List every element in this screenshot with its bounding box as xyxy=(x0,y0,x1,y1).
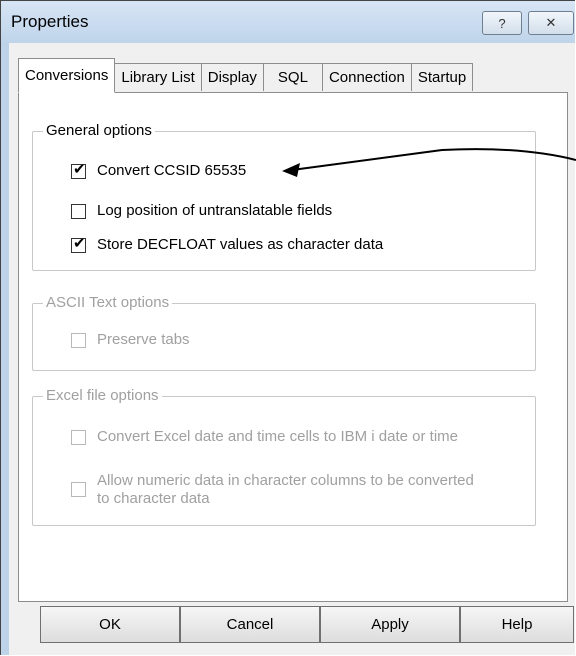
checkbox-box[interactable] xyxy=(71,430,86,445)
checkbox-label: Preserve tabs xyxy=(97,331,190,348)
help-title-button[interactable]: ? xyxy=(482,11,522,35)
checkmark-icon: ✔ xyxy=(73,235,86,252)
cancel-button[interactable]: Cancel xyxy=(180,606,320,643)
tab-library-list[interactable]: Library List xyxy=(114,63,202,91)
question-mark-icon: ? xyxy=(498,15,506,31)
preserve-tabs-checkbox[interactable]: Preserve tabs xyxy=(71,331,190,349)
convert-excel-date-checkbox[interactable]: Convert Excel date and time cells to IBM… xyxy=(71,428,458,446)
store-decfloat-checkbox[interactable]: ✔ Store DECFLOAT values as character dat… xyxy=(71,235,384,254)
group-title: Excel file options xyxy=(43,387,162,404)
checkbox-box[interactable]: ✔ xyxy=(71,235,86,253)
ok-button[interactable]: OK xyxy=(40,606,180,643)
window-title: Properties xyxy=(11,12,89,31)
tab-label: Startup xyxy=(417,69,467,86)
checkbox-label: Convert Excel date and time cells to IBM… xyxy=(97,428,458,445)
tab-display[interactable]: Display xyxy=(200,63,264,91)
checkbox-box[interactable]: ✔ xyxy=(71,161,86,179)
button-label: OK xyxy=(99,616,121,633)
checkmark-icon: ✔ xyxy=(73,161,86,178)
tab-label: Display xyxy=(207,69,257,86)
title-bar[interactable]: Properties ? ✕ xyxy=(1,1,575,43)
button-label: Apply xyxy=(371,616,409,633)
checkbox-label: Allow numeric data in character columns … xyxy=(97,472,474,507)
help-button[interactable]: Help xyxy=(460,606,574,643)
tab-connection[interactable]: Connection xyxy=(321,63,412,91)
checkbox-label: Log position of untranslatable fields xyxy=(97,202,333,219)
tab-label: Library List xyxy=(121,69,195,86)
tab-startup[interactable]: Startup xyxy=(410,63,474,91)
tab-label: Connection xyxy=(328,69,405,86)
tab-sql[interactable]: SQL xyxy=(262,63,323,91)
apply-button[interactable]: Apply xyxy=(320,606,460,643)
checkbox-label: Convert CCSID 65535 xyxy=(97,162,247,179)
convert-ccsid-checkbox[interactable]: ✔ Convert CCSID 65535 xyxy=(71,161,247,180)
group-title: ASCII Text options xyxy=(43,294,173,311)
allow-numeric-data-checkbox[interactable]: Allow numeric data in character columns … xyxy=(71,472,481,508)
log-position-checkbox[interactable]: Log position of untranslatable fields xyxy=(71,202,332,220)
tab-strip: Conversions Library List Display SQL Con… xyxy=(18,58,474,93)
checkbox-box[interactable] xyxy=(71,482,86,497)
checkbox-box[interactable] xyxy=(71,333,86,348)
button-label: Help xyxy=(501,616,533,633)
tab-conversions[interactable]: Conversions xyxy=(18,58,116,93)
button-label: Cancel xyxy=(226,616,274,633)
tab-label: Conversions xyxy=(25,67,109,84)
checkbox-label: Store DECFLOAT values as character data xyxy=(97,236,384,253)
checkbox-box[interactable] xyxy=(71,204,86,219)
close-icon: ✕ xyxy=(545,15,557,30)
close-title-button[interactable]: ✕ xyxy=(528,11,574,35)
tab-label: SQL xyxy=(277,69,308,86)
group-title: General options xyxy=(43,122,155,139)
